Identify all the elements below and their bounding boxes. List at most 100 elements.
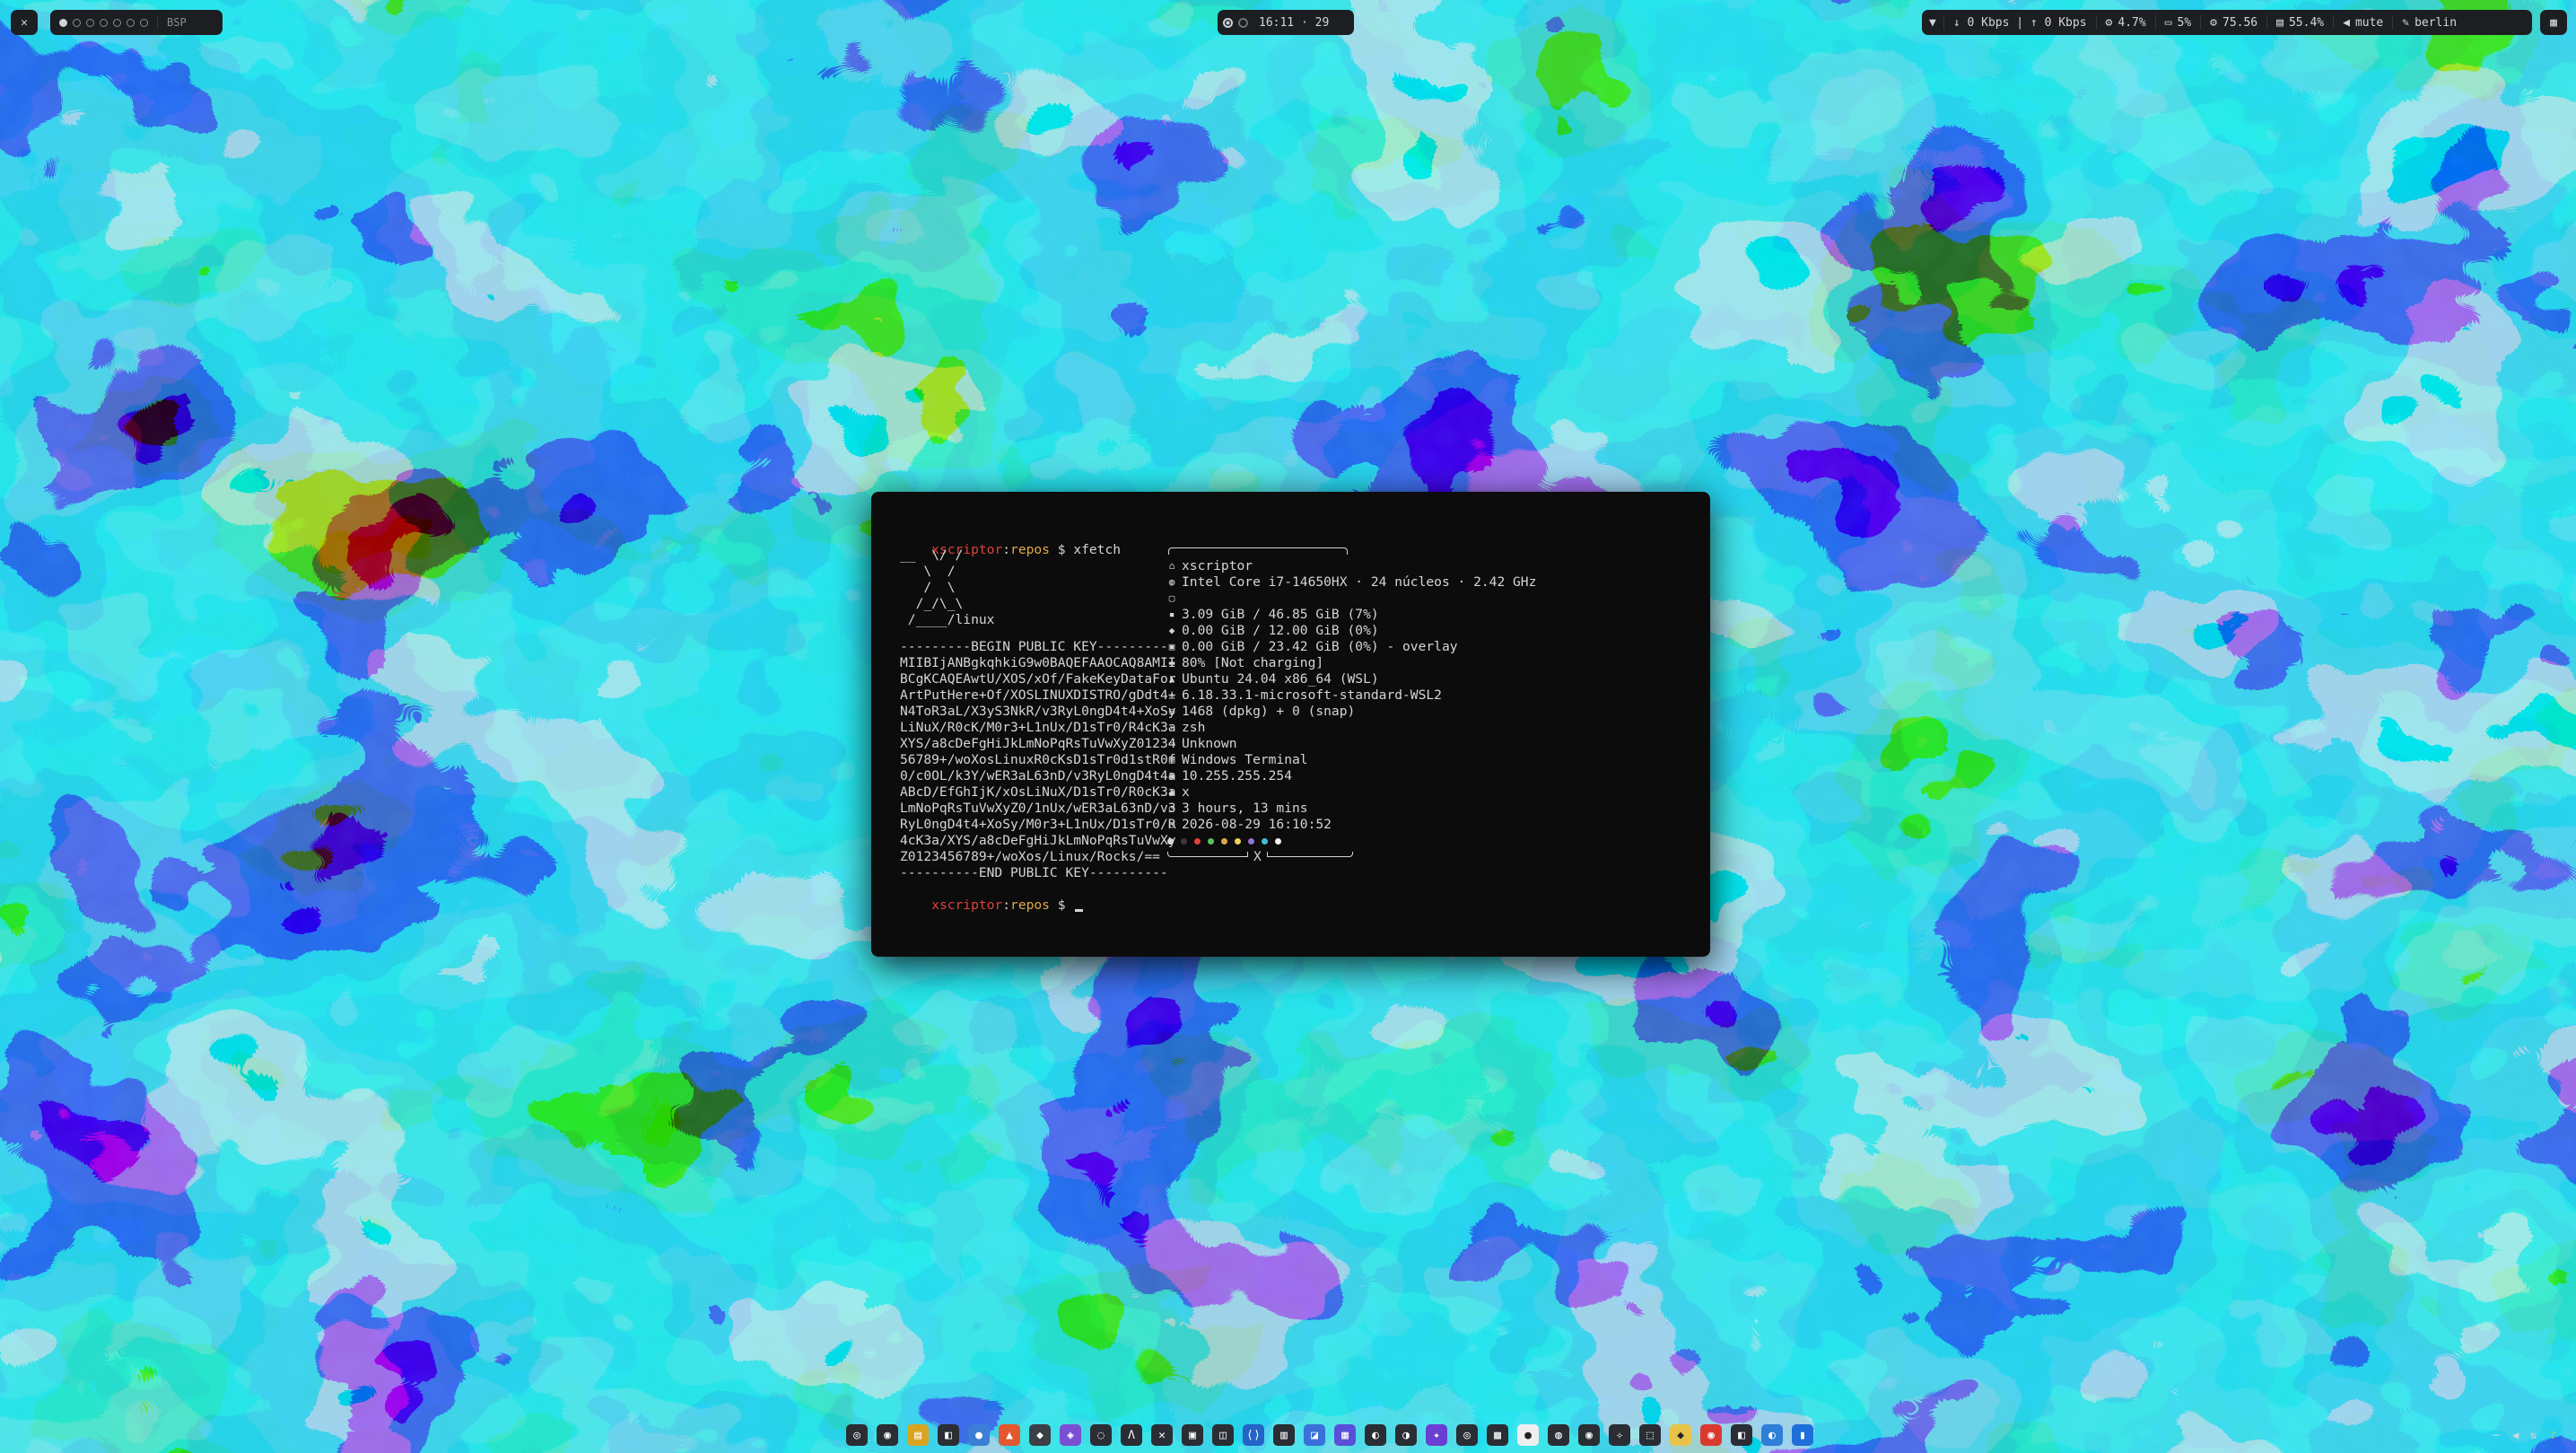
- tray-speaker-icon[interactable]: ◀: [2512, 1429, 2519, 1441]
- dock-app-7-icon[interactable]: ◆: [1029, 1424, 1051, 1446]
- info-row-de: ▭ Unknown: [1167, 736, 1536, 752]
- gear-icon: ⚙: [2210, 15, 2217, 30]
- info-row-gpu: ▢: [1167, 591, 1536, 607]
- wifi-icon[interactable]: ▼: [1929, 16, 1936, 30]
- swap-icon: ◆: [1168, 625, 1175, 636]
- dock-app-27-icon[interactable]: ⬚: [1639, 1424, 1661, 1446]
- info-row-cpu: ◍ Intel Core i7-14650HX · 24 núcleos · 2.…: [1167, 574, 1537, 591]
- info-row-uptime: ◷ 3 hours, 13 mins: [1167, 801, 1536, 817]
- dock-app-19-icon[interactable]: ◑: [1395, 1424, 1417, 1446]
- layout-label[interactable]: BSP: [167, 16, 187, 29]
- dock-app-28-icon[interactable]: ◆: [1670, 1424, 1691, 1446]
- date-icon: ◷: [1168, 818, 1175, 830]
- gpu-status[interactable]: ▭ 5%: [2156, 10, 2200, 35]
- dock-app-5-icon[interactable]: ●: [968, 1424, 990, 1446]
- record-toggle[interactable]: [1218, 10, 1253, 35]
- key-line: 0/c0OL/k3Y/wER3aL63nD/v3RyL0ngD4t4a: [900, 768, 1176, 783]
- text-cursor[interactable]: [1075, 909, 1084, 912]
- tray-network-icon[interactable]: ⇅: [2530, 1429, 2537, 1441]
- volume-text: mute: [2354, 15, 2384, 30]
- prompt-path: repos: [1010, 542, 1050, 557]
- weather-status[interactable]: ✎ berlin: [2393, 10, 2466, 35]
- tray-bell-icon[interactable]: ♪: [2550, 1429, 2556, 1441]
- workspace-dot[interactable]: [73, 18, 81, 27]
- dock-app-17-icon[interactable]: ▦: [1334, 1424, 1356, 1446]
- terminal-window[interactable]: xscriptor:repos $ xfetch __ \/ / \ / / \…: [871, 492, 1710, 957]
- dock-app-29-icon[interactable]: ◉: [1700, 1424, 1722, 1446]
- info-row-user: ⌂ xscriptor: [1167, 558, 1536, 574]
- dock-app-2-icon[interactable]: ◉: [877, 1424, 898, 1446]
- record-icon[interactable]: [1223, 17, 1233, 28]
- workspace-dot[interactable]: [140, 18, 148, 27]
- workspace-dot[interactable]: [100, 18, 108, 27]
- close-icon[interactable]: ✕: [21, 16, 28, 30]
- workspace-indicators[interactable]: [59, 18, 148, 27]
- info-row-date: ◷ 2026-08-29 16:10:52: [1167, 817, 1536, 833]
- workspace-dot[interactable]: [113, 18, 121, 27]
- info-value: 0.00 GiB / 23.42 GiB (0%) - overlay: [1182, 639, 1458, 654]
- dock-app-1-icon[interactable]: ◎: [846, 1424, 868, 1446]
- city-text: berlin: [2414, 15, 2458, 30]
- workspace-dot[interactable]: [59, 18, 67, 27]
- info-value: 2026-08-29 16:10:52: [1182, 817, 1332, 832]
- tray-overflow-icon[interactable]: ⋯: [2493, 1429, 2499, 1441]
- box-label: X: [1253, 849, 1262, 864]
- dock-app-25-icon[interactable]: ◉: [1578, 1424, 1600, 1446]
- key-line: XYS/a8cDeFgHiJkLmNoPqRsTuVwXyZ01234: [900, 736, 1176, 751]
- dock-app-24-icon[interactable]: ◍: [1548, 1424, 1569, 1446]
- battery-icon: ▬: [1168, 657, 1175, 669]
- temperature-status[interactable]: ⚙ 75.56: [2201, 10, 2266, 35]
- dock-app-14-icon[interactable]: ⟨⟩: [1243, 1424, 1264, 1446]
- key-line: 4cK3a/XYS/a8cDeFgHiJkLmNoPqRsTuVwXy: [900, 833, 1176, 848]
- info-box-top-border: [1168, 547, 1348, 555]
- key-line: ---------BEGIN PUBLIC KEY---------: [900, 639, 1168, 654]
- dock-app-30-icon[interactable]: ◧: [1731, 1424, 1752, 1446]
- palette-swatch: [1262, 837, 1268, 845]
- palette-swatch: [1181, 837, 1187, 845]
- info-value: 3.09 GiB / 46.85 GiB (7%): [1182, 607, 1379, 622]
- dock-app-9-icon[interactable]: ◌: [1090, 1424, 1112, 1446]
- dock-app-12-icon[interactable]: ▣: [1182, 1424, 1203, 1446]
- dock-app-11-icon[interactable]: ✕: [1151, 1424, 1173, 1446]
- volume-status[interactable]: ◀ mute: [2334, 10, 2392, 35]
- dock-app-8-icon[interactable]: ◈: [1060, 1424, 1081, 1446]
- dock-app-4-icon[interactable]: ◧: [938, 1424, 959, 1446]
- dock-app-22-icon[interactable]: ▩: [1487, 1424, 1508, 1446]
- menu-pill[interactable]: ▦: [2540, 10, 2567, 35]
- info-value: Windows Terminal: [1182, 752, 1308, 767]
- dock-app-10-icon[interactable]: Λ: [1121, 1424, 1142, 1446]
- workspace-dot[interactable]: [86, 18, 94, 27]
- network-text: ↓ 0 Kbps | ↑ 0 Kbps: [1952, 15, 2087, 30]
- info-row-battery: ▬ 80% [Not charging]: [1167, 655, 1536, 671]
- disk-status[interactable]: ▤ 55.4%: [2267, 10, 2333, 35]
- close-pill[interactable]: ✕: [11, 10, 38, 35]
- info-value: Intel Core i7-14650HX · 24 núcleos · 2.4…: [1182, 574, 1537, 590]
- dock-app-26-icon[interactable]: ✧: [1609, 1424, 1630, 1446]
- dock-app-16-icon[interactable]: ◪: [1304, 1424, 1325, 1446]
- dock-app-3-icon[interactable]: ▤: [907, 1424, 929, 1446]
- dock-app-32-icon[interactable]: ▮: [1792, 1424, 1813, 1446]
- prompt-colon: :: [1002, 897, 1011, 913]
- dock-app-20-icon[interactable]: ✦: [1426, 1424, 1447, 1446]
- clock-text[interactable]: 16:11 · 29: [1259, 16, 1329, 30]
- prompt-user: xscriptor: [931, 897, 1003, 913]
- dock-app-21-icon[interactable]: ◎: [1456, 1424, 1478, 1446]
- cpu-icon: ⚙: [2105, 15, 2113, 30]
- workspace-pill: BSP: [50, 10, 223, 35]
- ip-icon: ◉: [1168, 770, 1175, 782]
- grid-menu-icon[interactable]: ▦: [2550, 16, 2557, 30]
- dock-app-15-icon[interactable]: ▥: [1273, 1424, 1295, 1446]
- network-status[interactable]: ↓ 0 Kbps | ↑ 0 Kbps: [1944, 10, 2096, 35]
- key-line: ----------END PUBLIC KEY----------: [900, 865, 1168, 880]
- workspace-dot[interactable]: [127, 18, 135, 27]
- info-row-packages: ◎ 1468 (dpkg) + 0 (snap): [1167, 704, 1536, 720]
- uptime-icon: ◷: [1168, 802, 1175, 814]
- record-off-icon[interactable]: [1238, 17, 1248, 28]
- dock-app-18-icon[interactable]: ◐: [1365, 1424, 1386, 1446]
- dock-app-23-icon[interactable]: ●: [1517, 1424, 1539, 1446]
- dock-app-31-icon[interactable]: ◐: [1761, 1424, 1783, 1446]
- dock-app-6-icon[interactable]: ▲: [999, 1424, 1020, 1446]
- dock-app-13-icon[interactable]: ◫: [1212, 1424, 1234, 1446]
- info-row-ip: ◉ 10.255.255.254: [1167, 768, 1536, 784]
- cpu-status[interactable]: ⚙ 4.7%: [2097, 10, 2155, 35]
